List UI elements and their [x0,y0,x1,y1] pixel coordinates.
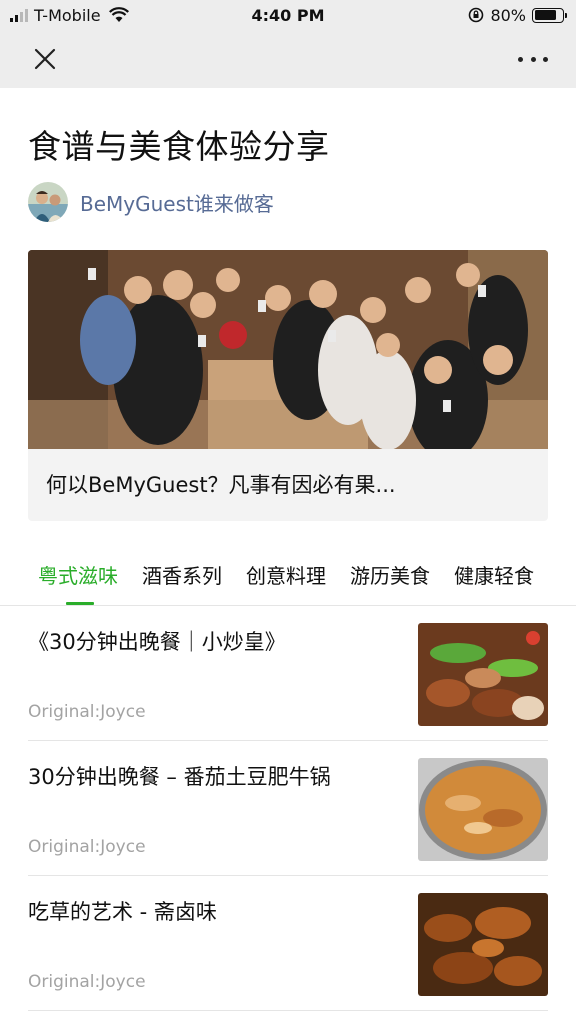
category-tabs: 粤式滋味 酒香系列 创意料理 游历美食 健康轻食 [0,548,576,606]
article-meta: Original:Joyce [28,837,146,857]
nav-bar [0,30,576,88]
rotation-lock-icon [469,7,484,23]
tab-wine[interactable]: 酒香系列 [142,560,222,589]
author-row[interactable]: BeMyGuest谁来做客 [28,182,274,222]
article-thumbnail [418,623,548,726]
battery-fill [534,10,557,20]
battery-icon [532,7,567,23]
close-icon[interactable] [30,44,60,74]
tab-cantonese[interactable]: 粤式滋味 [38,560,118,589]
tab-travel[interactable]: 游历美食 [350,560,430,589]
article-meta: Original:Joyce [28,702,146,722]
article-meta: Original:Joyce [28,972,146,992]
tab-creative[interactable]: 创意料理 [246,560,326,589]
author-name[interactable]: BeMyGuest谁来做客 [80,188,274,217]
featured-banner[interactable]: 何以BeMyGuest？凡事有因必有果... [28,250,548,521]
status-bar: T-Mobile 4:40 PM 80% [0,0,576,30]
banner-image [28,250,548,449]
article-item[interactable]: 吃草的艺术 - 斋卤味 Original:Joyce [28,876,548,1011]
article-title: 《30分钟出晚餐｜小炒皇》 [28,630,286,654]
article-item[interactable]: 30分钟出晚餐 – 番茄土豆肥牛锅 Original:Joyce [28,741,548,876]
battery-percent: 80% [490,5,526,25]
article-title: 吃草的艺术 - 斋卤味 [28,900,217,924]
article-thumbnail [418,893,548,996]
more-icon[interactable] [518,52,548,66]
article-title: 30分钟出晚餐 – 番茄土豆肥牛锅 [28,765,331,789]
tab-healthy[interactable]: 健康轻食 [454,560,534,589]
article-thumbnail [418,758,548,861]
avatar[interactable] [28,182,68,222]
page-title: 食谱与美食体验分享 [28,127,330,166]
article-item[interactable]: 《30分钟出晚餐｜小炒皇》 Original:Joyce [28,606,548,741]
status-right: 80% [468,5,567,25]
banner-caption: 何以BeMyGuest？凡事有因必有果... [46,473,396,497]
